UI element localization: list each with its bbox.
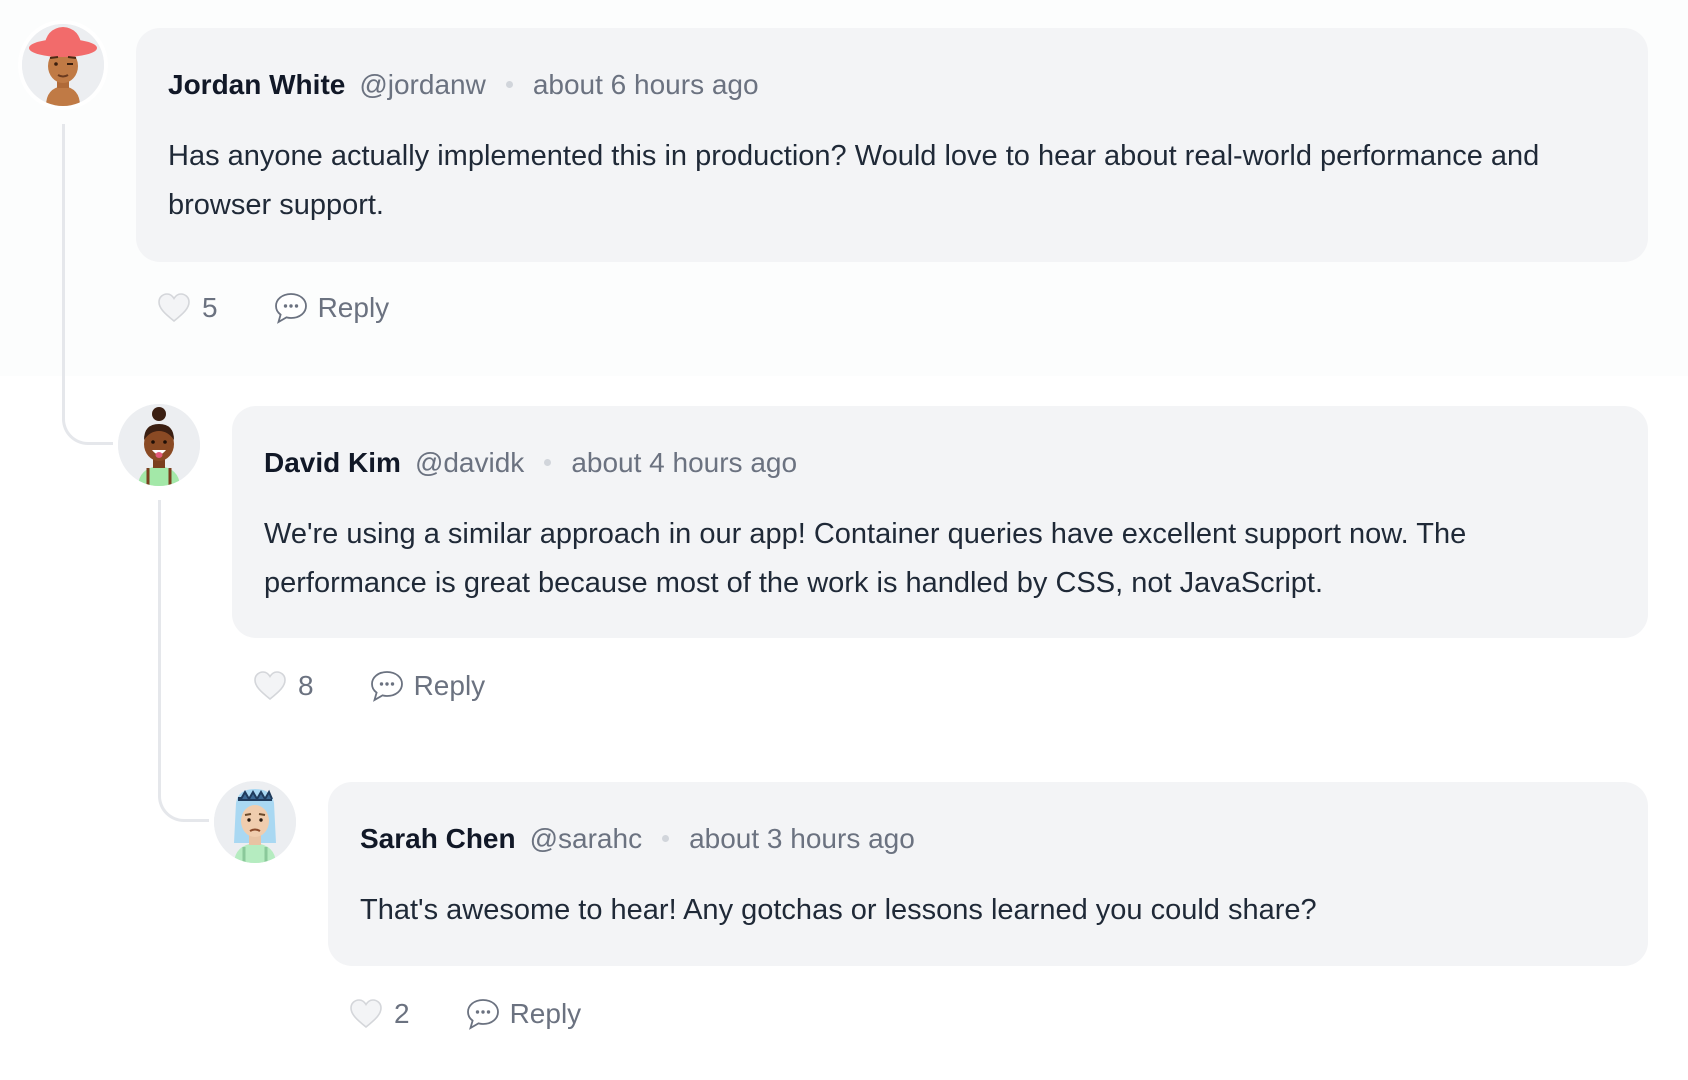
avatar[interactable] — [22, 24, 104, 106]
author-handle[interactable]: @sarahc — [530, 823, 642, 854]
avatar-red-hat-icon — [22, 24, 104, 106]
comment-meta: Sarah Chen @sarahc about 3 hours ago — [360, 822, 915, 856]
like-count: 5 — [202, 292, 218, 323]
avatar-blue-hair-icon — [214, 781, 296, 863]
heart-icon — [350, 999, 382, 1029]
thread-connector — [62, 124, 113, 445]
comment-actions: 5 Reply — [158, 288, 389, 328]
author-name[interactable]: David Kim — [264, 447, 401, 478]
comment-bubble: Jordan White @jordanw about 6 hours ago Ha… — [136, 28, 1648, 262]
heart-icon — [158, 293, 190, 323]
reply-button[interactable]: Reply — [370, 670, 486, 702]
separator-dot — [505, 81, 513, 89]
comment-text: Has anyone actually implemented this in … — [168, 140, 1540, 221]
author-name[interactable]: Jordan White — [168, 69, 345, 100]
author-handle[interactable]: @jordanw — [359, 69, 485, 100]
avatar[interactable] — [118, 404, 200, 486]
like-button[interactable]: 2 — [350, 998, 410, 1030]
comment-bubble: David Kim @davidk about 4 hours ago We're … — [232, 406, 1648, 638]
reply-button[interactable]: Reply — [274, 292, 390, 324]
like-count: 2 — [394, 998, 410, 1029]
comment-text: That's awesome to hear! Any gotchas or l… — [360, 894, 1317, 926]
reply-label: Reply — [509, 998, 582, 1029]
reply-label: Reply — [413, 670, 486, 701]
comment-meta: David Kim @davidk about 4 hours ago — [264, 446, 797, 480]
like-button[interactable]: 8 — [254, 670, 314, 702]
comment-actions: 2 Reply — [350, 994, 581, 1034]
comment-meta: Jordan White @jordanw about 6 hours ago — [168, 68, 759, 102]
separator-dot — [544, 459, 552, 467]
comment-thread: Jordan White @jordanw about 6 hours ago Ha… — [0, 0, 1688, 1080]
reply-button[interactable]: Reply — [466, 998, 582, 1030]
timestamp: about 6 hours ago — [532, 69, 759, 100]
heart-icon — [254, 671, 286, 701]
reply-label: Reply — [317, 292, 390, 323]
author-name[interactable]: Sarah Chen — [360, 823, 516, 854]
avatar[interactable] — [214, 781, 296, 863]
author-handle[interactable]: @davidk — [415, 447, 524, 478]
avatar-hair-bun-icon — [118, 404, 200, 486]
chat-bubble-icon — [274, 293, 307, 324]
chat-bubble-icon — [370, 671, 403, 702]
chat-bubble-icon — [466, 999, 499, 1030]
timestamp: about 3 hours ago — [689, 823, 915, 854]
separator-dot — [662, 835, 670, 843]
comment-bubble: Sarah Chen @sarahc about 3 hours ago That'… — [328, 782, 1648, 966]
comment-actions: 8 Reply — [254, 666, 485, 706]
comment-text: We're using a similar approach in our ap… — [264, 518, 1467, 599]
thread-connector — [158, 500, 209, 822]
like-button[interactable]: 5 — [158, 292, 218, 324]
timestamp: about 4 hours ago — [571, 447, 798, 478]
like-count: 8 — [298, 670, 314, 701]
